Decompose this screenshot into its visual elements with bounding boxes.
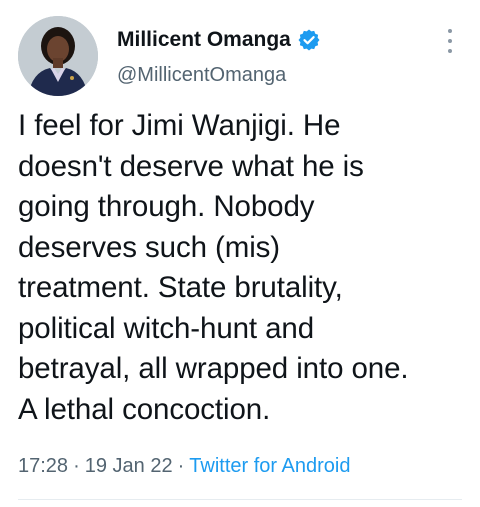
tweet-source-link[interactable]: Twitter for Android [189,455,350,477]
tweet-date[interactable]: 19 Jan 22 [85,455,173,477]
verified-badge-icon [298,29,320,51]
avatar-image [18,16,98,96]
tweet-card: Millicent Omanga @MillicentOmanga I feel… [0,0,480,507]
divider [18,499,462,500]
tweet-time[interactable]: 17:28 [18,455,68,477]
meta-separator: · [73,455,80,477]
tweet-text: I feel for Jimi Wanjigi. He doesn't dese… [18,109,409,426]
more-dot [448,39,452,43]
user-handle[interactable]: @MillicentOmanga [117,64,286,87]
more-dot [448,49,452,53]
tweet-metadata: 17:28 · 19 Jan 22 · Twitter for Android [18,455,350,478]
meta-separator: · [177,455,185,477]
author-name-row: Millicent Omanga [117,26,320,54]
display-name[interactable]: Millicent Omanga [117,28,291,52]
more-vertical-icon[interactable] [441,26,459,56]
avatar[interactable] [18,16,98,96]
more-dot [448,29,452,33]
